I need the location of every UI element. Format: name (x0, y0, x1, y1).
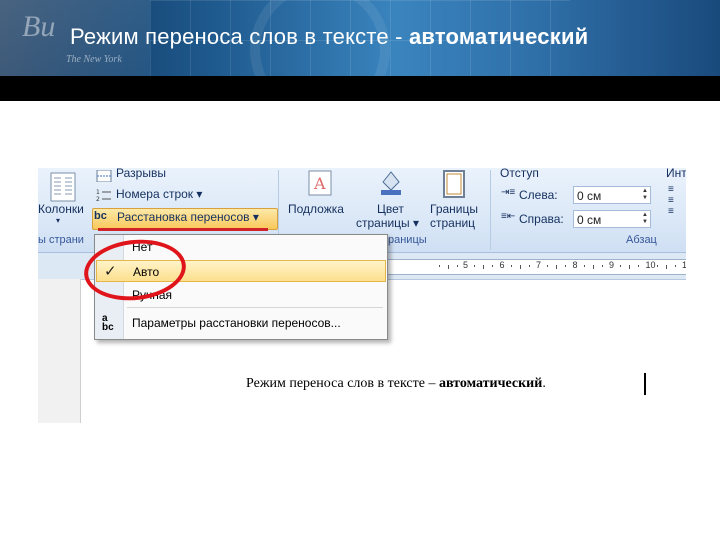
line-numbers-icon: 1 2 (96, 189, 111, 202)
ribbon-separator (490, 170, 491, 250)
left-indent-input[interactable]: 0 см ▲ ▼ (573, 186, 651, 204)
slide-title-prefix: Режим переноса слов в тексте - (70, 24, 409, 49)
ruler-tick (510, 265, 512, 267)
document-text-bold: автоматический (438, 376, 543, 391)
ruler-tick (565, 265, 567, 267)
right-indent-label: Справа: (519, 212, 564, 226)
ruler-tick (483, 265, 485, 269)
ruler-number: 6 (499, 260, 505, 270)
document-text[interactable]: Режим переноса слов в тексте – автоматич… (246, 376, 546, 392)
hyphenation-label: Расстановка переносов (117, 210, 250, 224)
menu-item-options[interactable]: a bc Параметры расстановки переносов... (96, 312, 386, 334)
ruler-tick (474, 265, 476, 267)
watermark-button[interactable]: Подложка (288, 202, 344, 216)
interval-icons: ≡ ≡ ≡ (668, 184, 674, 217)
interval-header: Инт (666, 168, 686, 180)
ruler-tick (665, 265, 667, 269)
right-indent-input[interactable]: 0 см ▲ ▼ (573, 210, 651, 228)
breaks-icon (96, 170, 112, 182)
hyphenation-button[interactable]: Расстановка переносов ▾ (117, 210, 259, 224)
breaks-button[interactable]: Разрывы (116, 168, 166, 180)
ruler-number: 8 (572, 260, 578, 270)
page-color-label-1[interactable]: Цвет (377, 202, 404, 216)
word-screenshot: Колонки ▾ Разрывы 1 2 Номера строк ▾ bc … (38, 168, 686, 423)
document-left-margin (38, 279, 81, 423)
indent-right-icon: ≡⇤ (501, 211, 516, 222)
ruler-tick (583, 265, 585, 267)
ruler-number: 5 (463, 260, 469, 270)
ruler-tick (528, 265, 530, 267)
ruler-tick (556, 265, 558, 269)
text-cursor (644, 373, 646, 395)
line-numbers-button[interactable]: Номера строк ▾ (116, 187, 202, 201)
page-borders-label-2[interactable]: страниц (430, 216, 475, 230)
ruler-tick (492, 265, 494, 267)
ruler-tick (456, 265, 458, 267)
slide-title-bold: автоматический (408, 24, 589, 49)
columns-icon[interactable] (50, 172, 76, 202)
page-color-button[interactable]: страницы ▾ (356, 216, 419, 230)
ruler-tick (547, 265, 549, 267)
spinner-arrows-icon[interactable]: ▲ ▼ (642, 212, 648, 226)
ruler-number: 7 (536, 260, 542, 270)
ruler-tick (592, 265, 594, 269)
paragraph-group-label: Абзац (626, 234, 657, 246)
watermark-icon: A (308, 170, 332, 196)
logo-text: Bu (22, 10, 56, 43)
page-borders-label-1[interactable]: Границы (430, 202, 478, 216)
ruler-tick (447, 265, 449, 269)
ruler-tick (620, 265, 622, 267)
indent-left-icon: ⇥≡ (501, 187, 516, 198)
page-borders-icon (443, 170, 465, 198)
ruler-tick (656, 265, 658, 267)
left-indent-label: Слева: (519, 188, 558, 202)
document-text-plain: Режим переноса слов в тексте – (246, 376, 439, 391)
line-numbers-label: Номера строк (116, 187, 194, 201)
ruler-strip: 5678910111213 (382, 259, 686, 275)
left-indent-value: 0 см (577, 189, 602, 203)
slide-header: Bu The New York Режим переноса слов в те… (0, 0, 720, 76)
svg-text:A: A (313, 174, 326, 193)
hyphenation-red-underline (98, 228, 268, 231)
page-color-label-2: страницы (356, 216, 410, 230)
indent-header: Отступ (500, 168, 539, 180)
page-setup-group-label: ы страни (38, 234, 84, 246)
ruler-tick (519, 265, 521, 269)
ruler-tick (674, 265, 676, 267)
header-black-bar (0, 76, 720, 101)
ruler-tick (438, 265, 440, 267)
ruler-tick (601, 265, 603, 267)
document-text-end: . (542, 376, 546, 391)
logo-subtext: The New York (66, 54, 122, 65)
page-color-icon (381, 171, 401, 195)
hyphenation-options-icon: a bc (102, 313, 114, 333)
columns-dropdown-arrow[interactable]: ▾ (56, 216, 60, 225)
hyphenation-icon: bc (94, 210, 107, 222)
ruler-tick (638, 265, 640, 267)
ruler-number: 11 (682, 260, 686, 270)
svg-text:2: 2 (96, 196, 100, 202)
slide-title: Режим переноса слов в тексте - автоматич… (70, 24, 588, 50)
svg-text:1: 1 (96, 189, 100, 196)
ruler-number: 9 (609, 260, 615, 270)
columns-label[interactable]: Колонки (38, 202, 84, 216)
spinner-arrows-icon[interactable]: ▲ ▼ (642, 188, 648, 202)
page-background-group-label: раницы (388, 234, 427, 246)
ruler-number: 10 (645, 260, 656, 270)
right-indent-value: 0 см (577, 213, 602, 227)
ruler-tick (629, 265, 631, 269)
menu-item-options-label: Параметры расстановки переносов... (132, 316, 341, 330)
menu-separator (127, 307, 383, 308)
